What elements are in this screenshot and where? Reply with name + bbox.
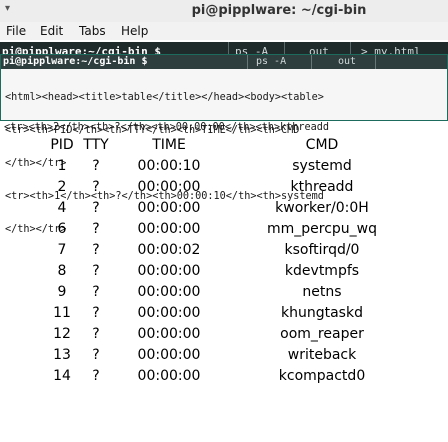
- menu-help[interactable]: Help: [121, 24, 148, 38]
- front-seg-blank: [375, 55, 448, 69]
- cell-tty: ?: [92, 179, 100, 195]
- header-time: TIME: [152, 137, 186, 153]
- terminal-area[interactable]: pi@pipplware:~/cgi-bin $ ps -A out > my.…: [0, 42, 448, 442]
- front-seg-ps: ps -A: [247, 55, 312, 69]
- table-row: 4 ? 00:00:00 kworker/0:0H: [0, 200, 448, 221]
- cell-pid: 12: [53, 326, 71, 342]
- cell-pid: 7: [57, 242, 67, 258]
- html-line: <html><head><title>table</title></head><…: [5, 92, 324, 103]
- cell-pid: 2: [57, 179, 67, 195]
- cell-tty: ?: [92, 158, 100, 174]
- cell-cmd: kthreadd: [290, 179, 354, 195]
- cell-time: 00:00:10: [137, 158, 201, 174]
- cell-time: 00:00:00: [137, 179, 201, 195]
- cell-cmd: oom_reaper: [280, 326, 364, 342]
- menubar: File Edit Tabs Help: [0, 22, 448, 40]
- table-row: 2 ? 00:00:00 kthreadd: [0, 179, 448, 200]
- html-line-last: <tr><th>2</th><th>?</th><th>00:00:00</th…: [4, 122, 330, 133]
- window-titlebar: ▾ pi@pipplware: ~/cgi-bin: [0, 0, 448, 23]
- table-row: 6 ? 00:00:00 mm_percpu_wq: [0, 221, 448, 242]
- cell-time: 00:00:02: [137, 242, 201, 258]
- cell-tty: ?: [92, 326, 100, 342]
- cell-tty: ?: [92, 368, 100, 384]
- table-row: 8 ? 00:00:00 kdevtmpfs: [0, 263, 448, 284]
- cell-tty: ?: [92, 305, 100, 321]
- table-row: 13 ? 00:00:00 writeback: [0, 347, 448, 368]
- cell-cmd: mm_percpu_wq: [266, 221, 378, 237]
- cell-pid: 9: [57, 284, 67, 300]
- menu-tabs[interactable]: Tabs: [79, 24, 106, 38]
- table-row: 9 ? 00:00:00 netns: [0, 284, 448, 305]
- cell-time: 00:00:00: [137, 263, 201, 279]
- cell-tty: ?: [92, 221, 100, 237]
- cell-cmd: khungtaskd: [281, 305, 363, 321]
- cell-pid: 11: [53, 305, 71, 321]
- cell-time: 00:00:00: [137, 347, 201, 363]
- header-cmd: CMD: [305, 137, 339, 153]
- table-row: 7 ? 00:00:02 ksoftirqd/0: [0, 242, 448, 263]
- cell-tty: ?: [92, 242, 100, 258]
- cell-cmd: kdevtmpfs: [284, 263, 360, 279]
- cell-pid: 6: [57, 221, 67, 237]
- cell-cmd: writeback: [287, 347, 357, 363]
- cell-tty: ?: [92, 284, 100, 300]
- front-seg-out: out: [311, 55, 376, 69]
- cell-time: 00:00:00: [137, 221, 201, 237]
- cell-pid: 13: [53, 347, 71, 363]
- cell-cmd: ksoftirqd/0: [284, 242, 360, 258]
- cell-cmd: kworker/0:0H: [275, 200, 369, 216]
- cell-time: 00:00:00: [137, 284, 201, 300]
- menu-edit[interactable]: Edit: [40, 24, 63, 38]
- table-row: 12 ? 00:00:00 oom_reaper: [0, 326, 448, 347]
- front-terminal-bar: pi@pipplware:~/cgi-bin $ ps -A out: [1, 55, 447, 69]
- cell-cmd: systemd: [292, 158, 352, 174]
- front-terminal-window[interactable]: pi@pipplware:~/cgi-bin $ ps -A out <html…: [0, 54, 448, 235]
- cell-pid: 14: [53, 368, 71, 384]
- cell-cmd: netns: [302, 284, 342, 300]
- table-row: 11 ? 00:00:00 khungtaskd: [0, 305, 448, 326]
- cell-pid: 8: [57, 263, 67, 279]
- cell-tty: ?: [92, 200, 100, 216]
- cell-pid: 4: [57, 200, 67, 216]
- cell-time: 00:00:00: [137, 305, 201, 321]
- cell-time: 00:00:00: [137, 200, 201, 216]
- table-row: 14 ? 00:00:00 kcompactd0: [0, 368, 448, 389]
- table-header: PID TTY TIME CMD: [0, 137, 448, 158]
- cell-time: 00:00:00: [137, 368, 201, 384]
- menu-file[interactable]: File: [6, 24, 26, 38]
- header-tty: TTY: [83, 137, 109, 153]
- window-title: pi@pipplware: ~/cgi-bin: [191, 3, 367, 18]
- cell-time: 00:00:00: [137, 326, 201, 342]
- cell-cmd: kcompactd0: [278, 368, 366, 384]
- header-pid: PID: [50, 137, 74, 153]
- table-row: 1 ? 00:00:10 systemd: [0, 158, 448, 179]
- cell-pid: 1: [57, 158, 67, 174]
- cell-tty: ?: [92, 347, 100, 363]
- front-prompt: pi@pipplware:~/cgi-bin $: [3, 56, 148, 67]
- cell-tty: ?: [92, 263, 100, 279]
